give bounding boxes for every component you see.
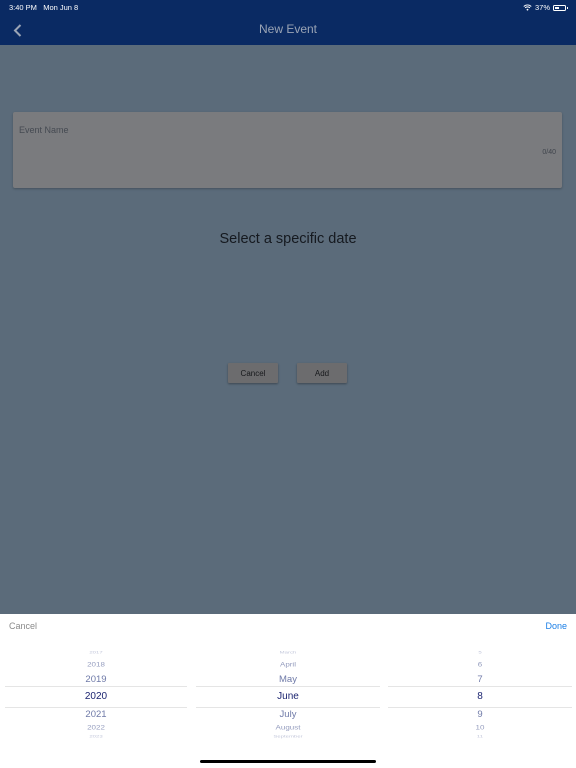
wheel-item: 10 <box>475 723 485 732</box>
wheel-item: 2017 <box>89 651 103 655</box>
wheel-item: May <box>279 674 297 685</box>
selection-divider <box>196 686 380 687</box>
status-time: 3:40 PM Mon Jun 8 <box>9 3 78 12</box>
wheel-item: 6 <box>477 660 483 669</box>
wheel-item: 5 <box>478 651 482 655</box>
battery-icon <box>553 4 568 11</box>
selection-divider <box>388 707 572 708</box>
wheel-item: 2023 <box>89 735 103 739</box>
battery-percent: 37% <box>534 3 550 12</box>
wheel-item: 7 <box>477 674 483 685</box>
wheel-item: August <box>275 723 301 732</box>
selected-month: June <box>277 691 299 702</box>
status-indicators: 37% <box>523 3 568 12</box>
wheel-item: 9 <box>477 709 483 720</box>
wheel-item: 11 <box>476 735 484 739</box>
picker-cancel-button[interactable]: Cancel <box>9 621 37 631</box>
status-date: Mon Jun 8 <box>43 3 79 12</box>
wheel-item: July <box>279 709 297 720</box>
wheel-item: 2019 <box>85 674 107 685</box>
wheel-item: March <box>279 651 297 655</box>
picker-done-button[interactable]: Done <box>545 621 567 631</box>
selected-day: 8 <box>477 691 483 702</box>
home-indicator[interactable] <box>200 760 376 763</box>
day-wheel[interactable]: 5 6 7 8 9 10 11 <box>388 650 572 744</box>
status-clock: 3:40 PM <box>9 3 37 12</box>
month-wheel[interactable]: March April May June July August Septemb… <box>196 650 380 744</box>
cancel-button[interactable]: Cancel <box>228 363 278 383</box>
wheel-item: April <box>279 660 296 669</box>
page-title: New Event <box>258 22 318 36</box>
wheel-item: 2022 <box>87 723 105 732</box>
event-name-input[interactable] <box>19 125 319 135</box>
nav-bar: New Event <box>0 14 576 45</box>
date-picker-sheet: Cancel Done 2017 2018 2019 2020 2021 202… <box>0 614 576 768</box>
event-name-card: 0/40 <box>13 112 562 188</box>
wifi-icon <box>523 4 532 11</box>
selected-year: 2020 <box>84 691 108 702</box>
selection-divider <box>5 686 187 687</box>
selection-divider <box>5 707 187 708</box>
char-counter: 0/40 <box>542 149 556 156</box>
status-bar: 3:40 PM Mon Jun 8 37% <box>0 0 576 14</box>
wheel-item: September <box>273 735 303 739</box>
wheel-item: 2018 <box>87 660 105 669</box>
wheel-item: 2021 <box>85 709 107 720</box>
section-heading: Select a specific date <box>219 231 357 247</box>
year-wheel[interactable]: 2017 2018 2019 2020 2021 2022 2023 <box>5 650 187 744</box>
selection-divider <box>388 686 572 687</box>
selection-divider <box>196 707 380 708</box>
add-button[interactable]: Add <box>297 363 347 383</box>
